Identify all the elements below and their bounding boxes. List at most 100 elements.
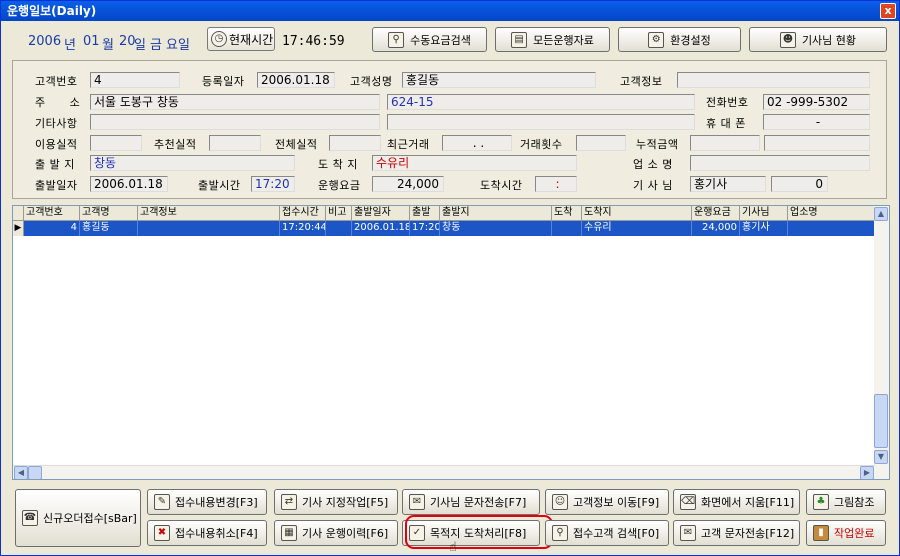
table-cell: 홍길동 — [80, 221, 138, 236]
cumulative-field-2[interactable] — [764, 135, 870, 151]
horizontal-scrollbar[interactable]: ◀ ▶ — [13, 465, 875, 479]
month-suffix: 월 — [102, 38, 114, 53]
change-order-button[interactable]: ✎ 접수내용변경[F3] — [147, 489, 267, 515]
recommend-label: 추천실적 — [154, 138, 197, 151]
driver-status-button[interactable]: ☻ 기사님 현황 — [749, 27, 887, 52]
dep-date-field[interactable]: 2006.01.18 — [90, 176, 168, 192]
departure-field[interactable]: 창동 — [90, 155, 295, 171]
fare-label: 운행요금 — [318, 179, 361, 192]
scroll-left-icon[interactable]: ◀ — [14, 466, 28, 479]
table-cell: 17:20:44 — [280, 221, 326, 236]
manual-fee-search-button[interactable]: ⚲ 수동요금검색 — [372, 27, 487, 52]
phone-label: 전화번호 — [706, 96, 749, 109]
clock-readout: 17:46:59 — [282, 34, 345, 49]
table-cell — [326, 221, 352, 236]
trade-count-field[interactable] — [576, 135, 626, 151]
current-time-button[interactable]: ◷ 현재시간 — [207, 27, 275, 51]
current-time-label: 현재시간 — [229, 32, 274, 47]
finish-button[interactable]: ▮ 작업완료 — [806, 520, 886, 546]
col-header[interactable]: 출발 — [410, 206, 440, 221]
customer-info-field[interactable] — [677, 72, 870, 88]
driver-label: 기 사 님 — [633, 179, 673, 192]
settings-icon: ⚙ — [648, 31, 665, 48]
table-cell: 홍기사 — [740, 221, 788, 236]
col-header[interactable]: 고객번호 — [24, 206, 80, 221]
table-row[interactable]: 4 홍길동 17:20:44 2006.01.18 17:20 창동 수유리 2… — [13, 221, 875, 236]
address-detail-field[interactable]: 624-15 — [387, 94, 695, 110]
total-field[interactable] — [329, 135, 381, 151]
table-cell: 4 — [24, 221, 80, 236]
change-order-label: 접수내용변경[F3] — [175, 496, 258, 509]
window-title: 운행일보(Daily) — [7, 4, 97, 18]
phone-field[interactable]: 02 -999-5302 — [763, 94, 870, 110]
close-button[interactable]: x — [880, 3, 896, 19]
year-value: 2006 — [28, 34, 62, 49]
assign-driver-button[interactable]: ⇄ 기사 지정작업[F5] — [274, 489, 398, 515]
business-field[interactable] — [690, 155, 870, 171]
driver-count-field[interactable]: 0 — [771, 176, 828, 192]
recommend-field[interactable] — [209, 135, 261, 151]
customer-no-field[interactable]: 4 — [90, 72, 180, 88]
fare-field[interactable]: 24,000 — [372, 176, 444, 192]
col-header[interactable]: 출발일자 — [352, 206, 410, 221]
driver-history-button[interactable]: ▦ 기사 운행이력[F6] — [274, 520, 398, 546]
dep-time-field[interactable]: 17:20 — [251, 176, 295, 192]
arr-time-field[interactable]: : — [535, 176, 577, 192]
col-header[interactable]: 비고 — [326, 206, 352, 221]
move-info-button[interactable]: ☺ 고객정보 이동[F9] — [545, 489, 669, 515]
order-grid[interactable]: 고객번호 고객명 고객정보 접수시간 비고 출발일자 출발 출발지 도착 도착지… — [12, 205, 890, 480]
col-header[interactable]: 기사님 — [740, 206, 788, 221]
arrival-field[interactable]: 수유리 — [372, 155, 577, 171]
customer-name-field[interactable]: 홍길동 — [402, 72, 596, 88]
arrival-label: 도 착 지 — [318, 158, 358, 171]
usage-field[interactable] — [90, 135, 142, 151]
scroll-right-icon[interactable]: ▶ — [860, 466, 874, 479]
search-icon: ⚲ — [552, 525, 568, 541]
customer-name-label: 고객성명 — [350, 75, 393, 88]
search-customer-button[interactable]: ⚲ 접수고객 검색[F0] — [545, 520, 669, 546]
table-cell: 17:20 — [410, 221, 440, 236]
data-icon: ▤ — [511, 31, 528, 48]
message-icon: ✉ — [680, 525, 696, 541]
year-suffix: 년 — [64, 38, 76, 53]
col-header[interactable]: 도착 — [552, 206, 582, 221]
col-header[interactable]: 고객명 — [80, 206, 138, 221]
hscroll-thumb[interactable] — [28, 466, 42, 479]
cumulative-label: 누적금액 — [636, 138, 679, 151]
mobile-field[interactable]: - — [763, 114, 870, 130]
drivers-icon: ☻ — [779, 31, 796, 48]
other-field[interactable] — [90, 114, 380, 130]
col-header[interactable]: 업소명 — [788, 206, 875, 221]
reg-date-field[interactable]: 2006.01.18 — [257, 72, 335, 88]
col-header[interactable]: 출발지 — [440, 206, 552, 221]
cancel-order-button[interactable]: ✖ 접수내용취소[F4] — [147, 520, 267, 546]
cancel-order-label: 접수내용취소[F4] — [175, 527, 258, 540]
customer-no-label: 고객번호 — [35, 75, 78, 88]
recent-field[interactable]: . . — [442, 135, 512, 151]
scroll-up-icon[interactable]: ▲ — [874, 207, 888, 221]
vertical-scrollbar[interactable]: ▲ ▼ — [874, 206, 889, 479]
row-pointer-icon: ▶ — [13, 221, 24, 236]
new-order-button[interactable]: ☎ 신규오더접수[sBar] — [15, 489, 141, 547]
col-header[interactable]: 운행요금 — [692, 206, 740, 221]
scroll-down-icon[interactable]: ▼ — [874, 450, 888, 464]
driver-field[interactable]: 홍기사 — [690, 176, 766, 192]
col-header[interactable]: 고객정보 — [138, 206, 280, 221]
settings-button[interactable]: ⚙ 환경설정 — [618, 27, 741, 52]
clear-screen-label: 화면에서 지움[F11] — [701, 496, 795, 509]
other-field-2[interactable] — [387, 114, 695, 130]
picture-ref-button[interactable]: ♣ 그림참조 — [806, 489, 886, 515]
clear-screen-button[interactable]: ⌫ 화면에서 지움[F11] — [673, 489, 800, 515]
person-icon: ☺ — [552, 494, 568, 510]
grid-corner — [13, 206, 24, 221]
sms-customer-button[interactable]: ✉ 고객 문자전송[F12] — [673, 520, 800, 546]
all-data-button[interactable]: ▤ 모든운행자료 — [495, 27, 610, 52]
cumulative-field[interactable] — [690, 135, 760, 151]
sms-driver-button[interactable]: ✉ 기사님 문자전송[F7] — [402, 489, 540, 515]
usage-label: 이용실적 — [35, 138, 78, 151]
table-cell: 수유리 — [582, 221, 692, 236]
col-header[interactable]: 도착지 — [582, 206, 692, 221]
address-field[interactable]: 서울 도봉구 창동 — [90, 94, 380, 110]
col-header[interactable]: 접수시간 — [280, 206, 326, 221]
scroll-thumb[interactable] — [874, 394, 888, 448]
